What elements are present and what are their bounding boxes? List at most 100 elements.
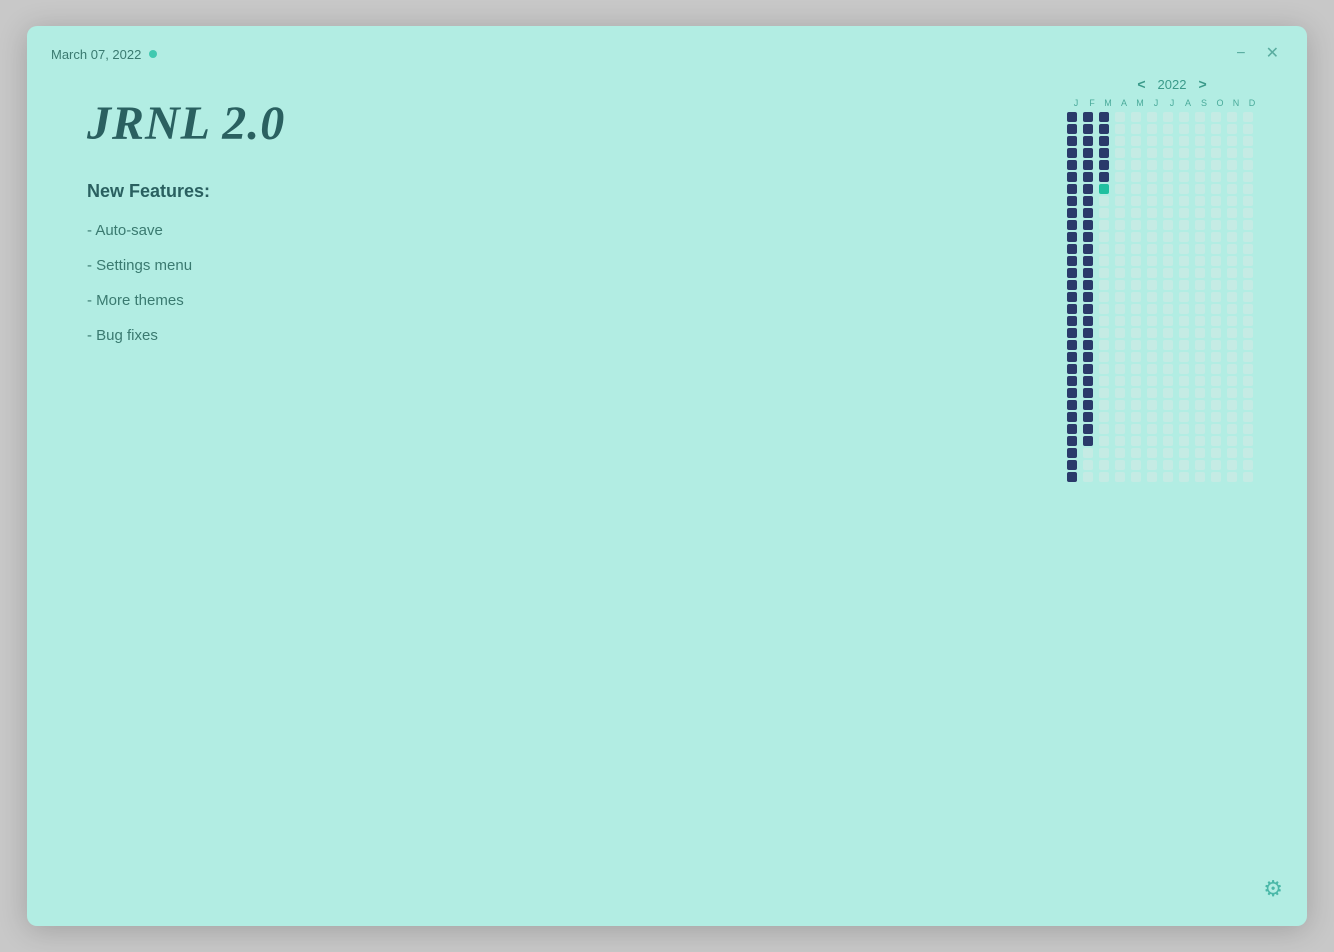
calendar-empty-dot[interactable] [1211, 424, 1221, 434]
calendar-empty-dot[interactable] [1115, 112, 1125, 122]
calendar-empty-dot[interactable] [1179, 316, 1189, 326]
calendar-empty-dot[interactable] [1179, 352, 1189, 362]
calendar-empty-dot[interactable] [1099, 256, 1109, 266]
calendar-filled-dot[interactable] [1099, 124, 1109, 134]
calendar-empty-dot[interactable] [1195, 376, 1205, 386]
calendar-empty-dot[interactable] [1227, 256, 1237, 266]
calendar-empty-dot[interactable] [1163, 352, 1173, 362]
calendar-empty-dot[interactable] [1195, 388, 1205, 398]
calendar-empty-dot[interactable] [1131, 364, 1141, 374]
calendar-empty-dot[interactable] [1131, 472, 1141, 482]
calendar-empty-dot[interactable] [1227, 208, 1237, 218]
close-button[interactable]: ✕ [1262, 44, 1283, 64]
calendar-empty-dot[interactable] [1179, 148, 1189, 158]
calendar-empty-dot[interactable] [1227, 472, 1237, 482]
calendar-empty-dot[interactable] [1227, 460, 1237, 470]
calendar-empty-dot[interactable] [1147, 412, 1157, 422]
calendar-empty-dot[interactable] [1211, 436, 1221, 446]
calendar-empty-dot[interactable] [1179, 172, 1189, 182]
calendar-empty-dot[interactable] [1179, 136, 1189, 146]
calendar-empty-dot[interactable] [1163, 280, 1173, 290]
calendar-empty-dot[interactable] [1211, 208, 1221, 218]
calendar-empty-dot[interactable] [1163, 460, 1173, 470]
calendar-empty-dot[interactable] [1163, 436, 1173, 446]
calendar-empty-dot[interactable] [1243, 208, 1253, 218]
calendar-filled-dot[interactable] [1083, 352, 1093, 362]
calendar-empty-dot[interactable] [1195, 304, 1205, 314]
calendar-empty-dot[interactable] [1131, 268, 1141, 278]
calendar-empty-dot[interactable] [1115, 364, 1125, 374]
calendar-empty-dot[interactable] [1179, 244, 1189, 254]
calendar-empty-dot[interactable] [1099, 448, 1109, 458]
calendar-empty-dot[interactable] [1195, 352, 1205, 362]
calendar-empty-dot[interactable] [1179, 328, 1189, 338]
calendar-empty-dot[interactable] [1243, 424, 1253, 434]
calendar-empty-dot[interactable] [1115, 256, 1125, 266]
calendar-empty-dot[interactable] [1147, 424, 1157, 434]
calendar-empty-dot[interactable] [1131, 280, 1141, 290]
calendar-empty-dot[interactable] [1163, 208, 1173, 218]
calendar-empty-dot[interactable] [1147, 160, 1157, 170]
calendar-empty-dot[interactable] [1099, 268, 1109, 278]
calendar-empty-dot[interactable] [1211, 376, 1221, 386]
calendar-empty-dot[interactable] [1099, 460, 1109, 470]
calendar-empty-dot[interactable] [1195, 364, 1205, 374]
calendar-empty-dot[interactable] [1083, 460, 1093, 470]
calendar-empty-dot[interactable] [1179, 196, 1189, 206]
calendar-empty-dot[interactable] [1099, 436, 1109, 446]
calendar-empty-dot[interactable] [1115, 232, 1125, 242]
calendar-filled-dot[interactable] [1099, 112, 1109, 122]
calendar-empty-dot[interactable] [1179, 424, 1189, 434]
calendar-empty-dot[interactable] [1179, 256, 1189, 266]
calendar-empty-dot[interactable] [1243, 232, 1253, 242]
calendar-empty-dot[interactable] [1211, 304, 1221, 314]
calendar-empty-dot[interactable] [1195, 124, 1205, 134]
calendar-filled-dot[interactable] [1083, 388, 1093, 398]
calendar-empty-dot[interactable] [1211, 388, 1221, 398]
calendar-filled-dot[interactable] [1099, 136, 1109, 146]
calendar-empty-dot[interactable] [1211, 220, 1221, 230]
calendar-empty-dot[interactable] [1243, 304, 1253, 314]
calendar-empty-dot[interactable] [1227, 184, 1237, 194]
calendar-empty-dot[interactable] [1211, 352, 1221, 362]
calendar-filled-dot[interactable] [1083, 124, 1093, 134]
calendar-filled-dot[interactable] [1067, 292, 1077, 302]
calendar-empty-dot[interactable] [1227, 220, 1237, 230]
calendar-filled-dot[interactable] [1083, 328, 1093, 338]
calendar-empty-dot[interactable] [1179, 412, 1189, 422]
calendar-empty-dot[interactable] [1227, 196, 1237, 206]
calendar-empty-dot[interactable] [1147, 244, 1157, 254]
calendar-empty-dot[interactable] [1243, 328, 1253, 338]
calendar-empty-dot[interactable] [1243, 148, 1253, 158]
calendar-filled-dot[interactable] [1083, 136, 1093, 146]
calendar-empty-dot[interactable] [1099, 208, 1109, 218]
calendar-filled-dot[interactable] [1083, 148, 1093, 158]
calendar-empty-dot[interactable] [1131, 184, 1141, 194]
calendar-empty-dot[interactable] [1243, 124, 1253, 134]
calendar-empty-dot[interactable] [1243, 388, 1253, 398]
calendar-filled-dot[interactable] [1067, 436, 1077, 446]
calendar-empty-dot[interactable] [1179, 124, 1189, 134]
calendar-filled-dot[interactable] [1083, 304, 1093, 314]
calendar-empty-dot[interactable] [1211, 316, 1221, 326]
calendar-empty-dot[interactable] [1147, 472, 1157, 482]
calendar-empty-dot[interactable] [1227, 160, 1237, 170]
calendar-empty-dot[interactable] [1131, 220, 1141, 230]
calendar-empty-dot[interactable] [1163, 196, 1173, 206]
calendar-empty-dot[interactable] [1099, 328, 1109, 338]
calendar-empty-dot[interactable] [1115, 400, 1125, 410]
calendar-empty-dot[interactable] [1115, 148, 1125, 158]
calendar-empty-dot[interactable] [1179, 160, 1189, 170]
calendar-empty-dot[interactable] [1115, 280, 1125, 290]
calendar-empty-dot[interactable] [1147, 184, 1157, 194]
calendar-empty-dot[interactable] [1131, 196, 1141, 206]
calendar-empty-dot[interactable] [1131, 460, 1141, 470]
calendar-filled-dot[interactable] [1067, 280, 1077, 290]
calendar-empty-dot[interactable] [1147, 460, 1157, 470]
calendar-empty-dot[interactable] [1195, 412, 1205, 422]
calendar-empty-dot[interactable] [1147, 328, 1157, 338]
calendar-empty-dot[interactable] [1163, 160, 1173, 170]
calendar-empty-dot[interactable] [1099, 340, 1109, 350]
calendar-empty-dot[interactable] [1147, 268, 1157, 278]
calendar-empty-dot[interactable] [1147, 352, 1157, 362]
